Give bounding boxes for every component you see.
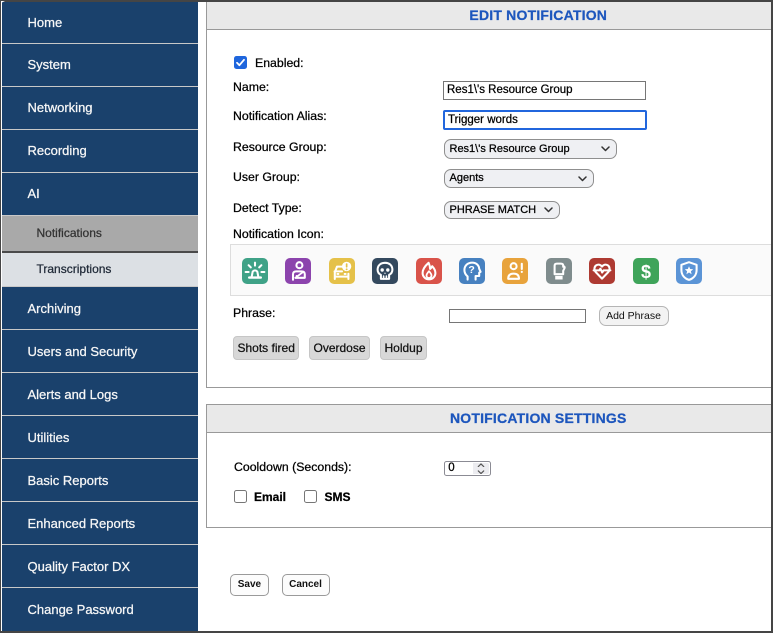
svg-text:?: ?	[468, 264, 474, 276]
svg-text:$: $	[641, 262, 651, 282]
